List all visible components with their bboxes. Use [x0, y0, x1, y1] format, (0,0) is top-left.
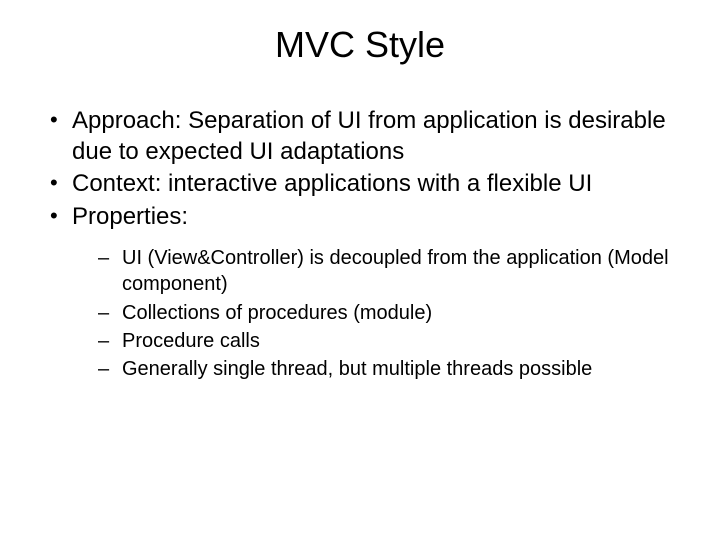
slide-content: Approach: Separation of UI from applicat… — [0, 106, 720, 383]
sub-bullet-item: Generally single thread, but multiple th… — [92, 356, 676, 382]
bullet-item: Context: interactive applications with a… — [44, 169, 676, 200]
sub-bullet-item: UI (View&Controller) is decoupled from t… — [92, 245, 676, 298]
bullet-text: Properties: — [72, 203, 188, 230]
main-bullet-list: Approach: Separation of UI from applicat… — [44, 106, 676, 383]
sub-bullet-list: UI (View&Controller) is decoupled from t… — [92, 245, 676, 383]
bullet-item: Approach: Separation of UI from applicat… — [44, 106, 676, 167]
bullet-item: Properties: UI (View&Controller) is deco… — [44, 202, 676, 383]
sub-bullet-item: Collections of procedures (module) — [92, 300, 676, 326]
sub-bullet-item: Procedure calls — [92, 328, 676, 354]
slide-title: MVC Style — [0, 24, 720, 66]
